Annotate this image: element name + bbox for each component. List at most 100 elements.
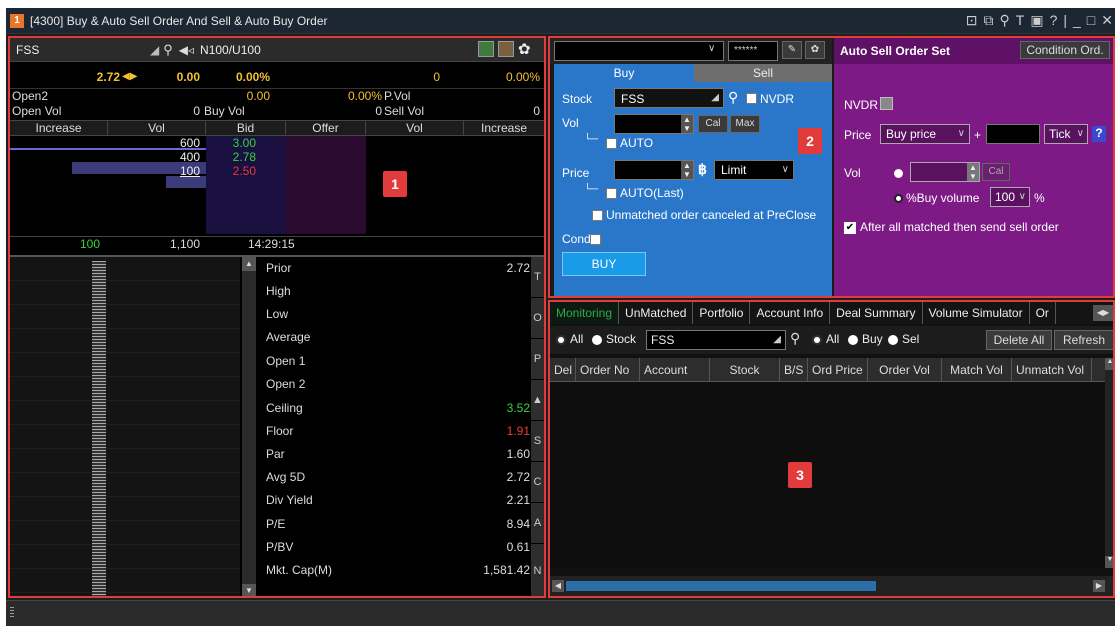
tick-select[interactable]: Tick ∨ [1044, 124, 1088, 144]
col-stock[interactable]: Stock [710, 358, 780, 381]
unmatched-checkbox[interactable] [592, 210, 603, 221]
tab-sell[interactable]: Sell [694, 64, 832, 82]
layout-icon[interactable] [478, 41, 494, 57]
stock-input[interactable]: FSS ◢ [614, 88, 724, 108]
sellvol-right: 0 [533, 104, 540, 118]
vol-radio[interactable] [894, 169, 903, 178]
radio-side-buy[interactable] [848, 335, 858, 345]
side-tab-a[interactable]: A [531, 503, 544, 543]
side-tab-t[interactable]: T [531, 257, 544, 297]
radio-all[interactable] [556, 335, 566, 345]
tab-portfolio[interactable]: Portfolio [693, 302, 751, 324]
maximize-icon[interactable]: □ [1087, 12, 1095, 29]
help-button[interactable]: ? [1092, 126, 1106, 142]
tab-volume-simulator[interactable]: Volume Simulator [923, 302, 1030, 324]
condition-order-button[interactable]: Condition Ord. [1020, 41, 1110, 59]
bid-row[interactable]: 400 2.78 [10, 150, 544, 164]
side-tab-o[interactable]: O [531, 298, 544, 338]
pct-label: %Buy volume [906, 191, 980, 205]
help-icon[interactable]: ? [1050, 12, 1058, 29]
col-unmatch-vol[interactable]: Unmatch Vol [1012, 358, 1092, 381]
radio-stock[interactable] [592, 335, 602, 345]
col-bs[interactable]: B/S [780, 358, 808, 381]
cond-checkbox[interactable] [590, 234, 601, 245]
auto-last-checkbox[interactable] [606, 188, 617, 199]
refresh-button[interactable]: Refresh [1054, 330, 1113, 350]
after-checkbox[interactable]: ✔ [844, 222, 856, 234]
pct-radio[interactable] [894, 194, 903, 203]
radio-side-sell[interactable] [888, 335, 898, 345]
pin-field[interactable]: ****** [728, 41, 778, 61]
side-tab-s[interactable]: S [531, 421, 544, 461]
search-icon[interactable]: ⚲ [790, 330, 800, 347]
dropdown-icon[interactable]: ∨ [708, 43, 715, 54]
edit-icon[interactable]: ✎ [782, 41, 802, 59]
max-button[interactable]: Max [730, 115, 760, 133]
pin-icon[interactable]: ⊡ [966, 12, 978, 29]
market-select[interactable]: N100/U100 [200, 43, 261, 57]
price-option-select[interactable]: Buy price ∨ [880, 124, 970, 144]
radio-side-all[interactable] [812, 335, 822, 345]
col-del[interactable]: Del [550, 358, 576, 381]
tab-order[interactable]: Or [1030, 302, 1056, 324]
tab-account-info[interactable]: Account Info [750, 302, 831, 324]
scroll-down-icon[interactable]: ▼ [1105, 556, 1113, 568]
scroll-up-icon[interactable]: ▲ [1105, 358, 1113, 370]
tab-scroll-icon[interactable]: ◀▶ [1093, 305, 1113, 321]
minimize-icon[interactable]: _ [1073, 12, 1081, 29]
sound-icon[interactable]: ◀◃ [179, 43, 194, 57]
v-scrollbar[interactable]: ▲ ▼ [1105, 358, 1113, 568]
col-ord-price[interactable]: Ord Price [808, 358, 868, 381]
account-select[interactable] [554, 41, 724, 61]
close-icon[interactable]: ✕ [1101, 12, 1113, 29]
col-match-vol[interactable]: Match Vol [942, 358, 1012, 381]
col-order-no[interactable]: Order No [576, 358, 640, 381]
cal-button[interactable]: Cal [982, 163, 1010, 181]
tab-deal-summary[interactable]: Deal Summary [830, 302, 923, 324]
nvdr-label: NVDR [760, 92, 795, 106]
font-icon[interactable]: T [1016, 12, 1025, 29]
search-icon[interactable]: ⚲ [728, 89, 738, 106]
side-tab-p[interactable]: P [531, 339, 544, 379]
tick-input[interactable] [986, 124, 1040, 144]
symbol-input[interactable]: FSS [16, 43, 146, 57]
nvdr-checkbox[interactable] [880, 97, 893, 110]
plus-label: + [974, 128, 982, 142]
vol-input[interactable]: ▲ ▼ [614, 114, 694, 134]
price-type-select[interactable]: Limit ∨ [714, 160, 794, 180]
pct-select[interactable]: 100 ∨ [990, 187, 1030, 207]
col-account[interactable]: Account [640, 358, 710, 381]
grid-icon[interactable] [498, 41, 514, 57]
tab-unmatched[interactable]: UnMatched [619, 302, 694, 324]
h-scroll-thumb[interactable] [566, 581, 876, 591]
bid-row[interactable]: 600 3.00 [10, 136, 544, 150]
copy-icon[interactable]: ⧉ [984, 12, 994, 29]
autosell-vol-input[interactable]: ▲ ▼ [910, 162, 980, 182]
cal-button[interactable]: Cal [698, 115, 728, 133]
price-stepper-icon[interactable]: ▲ ▼ [681, 161, 693, 179]
vol-stepper-icon[interactable]: ▲ ▼ [681, 115, 693, 133]
col-order-vol[interactable]: Order Vol [868, 358, 942, 381]
h-scrollbar[interactable]: ◀ ▶ [550, 576, 1113, 596]
dropdown-icon[interactable]: ◢ [150, 43, 159, 57]
search-icon[interactable]: ⚲ [163, 42, 173, 58]
scroll-right-icon[interactable]: ▶ [1093, 580, 1105, 592]
stepper-icon[interactable]: ▲ ▼ [967, 163, 979, 181]
buy-button[interactable]: BUY [562, 252, 646, 276]
bid-row[interactable]: 100 2.50 [10, 164, 544, 178]
side-tab-collapse[interactable]: ▲ [531, 380, 544, 420]
auto-checkbox[interactable] [606, 138, 617, 149]
menu-icon[interactable]: ▣ [1030, 12, 1043, 29]
delete-all-button[interactable]: Delete All [986, 330, 1052, 350]
scroll-left-icon[interactable]: ◀ [552, 580, 564, 592]
tab-buy[interactable]: Buy [554, 64, 694, 82]
link-icon[interactable]: ⚲ [1000, 12, 1010, 29]
side-tab-n[interactable]: N [531, 544, 544, 596]
nvdr-checkbox[interactable] [746, 93, 757, 104]
side-tab-c[interactable]: C [531, 462, 544, 502]
tab-monitoring[interactable]: Monitoring [550, 302, 620, 324]
monitor-stock-input[interactable]: FSS ◢ [646, 330, 786, 350]
settings-icon[interactable]: ✿ [805, 41, 825, 59]
price-input[interactable]: ▲ ▼ [614, 160, 694, 180]
settings-icon[interactable]: ✿ [518, 40, 531, 58]
